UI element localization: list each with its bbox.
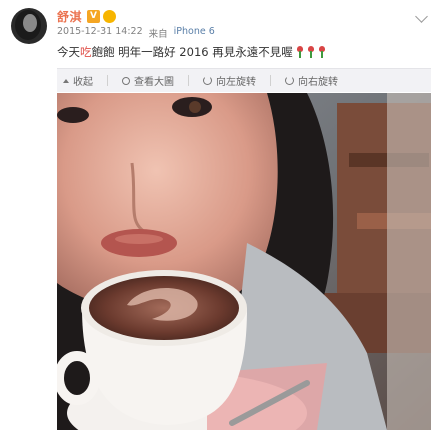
- view-large-label: 查看大圖: [134, 77, 174, 88]
- toolbar-divider: [107, 75, 108, 86]
- verified-icon: V: [87, 9, 101, 23]
- rose-emoji-icon: [307, 46, 315, 58]
- username[interactable]: 舒淇: [57, 8, 82, 25]
- weibo-post: 舒淇 V 2015-12-31 14:22 来自 iPhone 6 今天 吃 飽…: [0, 0, 440, 435]
- toolbar-divider: [188, 75, 189, 86]
- avatar[interactable]: [11, 8, 47, 44]
- source-prefix: 来自: [148, 29, 168, 40]
- collapse-icon: [63, 78, 69, 83]
- post-meta: 2015-12-31 14:22 来自 iPhone 6: [57, 26, 215, 40]
- view-large-button[interactable]: 查看大圖: [122, 73, 189, 88]
- member-level-icon: [103, 9, 117, 23]
- post-photo[interactable]: [57, 93, 431, 430]
- toolbar-divider: [270, 75, 271, 86]
- rotate-left-button[interactable]: 向左旋转: [203, 73, 271, 88]
- author-row: 舒淇 V: [57, 8, 117, 25]
- source-device[interactable]: iPhone 6: [174, 26, 215, 40]
- image-toolbar: 收起 查看大圖 向左旋转 向右旋转: [57, 68, 431, 92]
- rotate-left-icon: [203, 76, 212, 85]
- rotate-right-label: 向右旋转: [298, 77, 338, 88]
- rotate-left-label: 向左旋转: [216, 77, 256, 88]
- content-text-after: 飽飽 明年一路好 2016 再見永遠不見喔: [91, 45, 293, 59]
- avatar-face: [23, 14, 37, 32]
- post-timestamp[interactable]: 2015-12-31 14:22: [57, 26, 143, 40]
- rotate-right-button[interactable]: 向右旋转: [285, 73, 338, 88]
- search-icon: [122, 76, 130, 85]
- content-text-highlight: 吃: [80, 45, 92, 59]
- post-content: 今天 吃 飽飽 明年一路好 2016 再見永遠不見喔: [57, 44, 326, 60]
- rose-emoji-icon: [296, 46, 304, 58]
- chevron-down-icon[interactable]: [415, 10, 428, 23]
- rotate-right-icon: [285, 76, 294, 85]
- collapse-label: 收起: [73, 77, 93, 88]
- rose-emoji-icon: [318, 46, 326, 58]
- selfie-image: [57, 93, 431, 430]
- content-text-before: 今天: [57, 45, 80, 59]
- collapse-button[interactable]: 收起: [63, 73, 108, 88]
